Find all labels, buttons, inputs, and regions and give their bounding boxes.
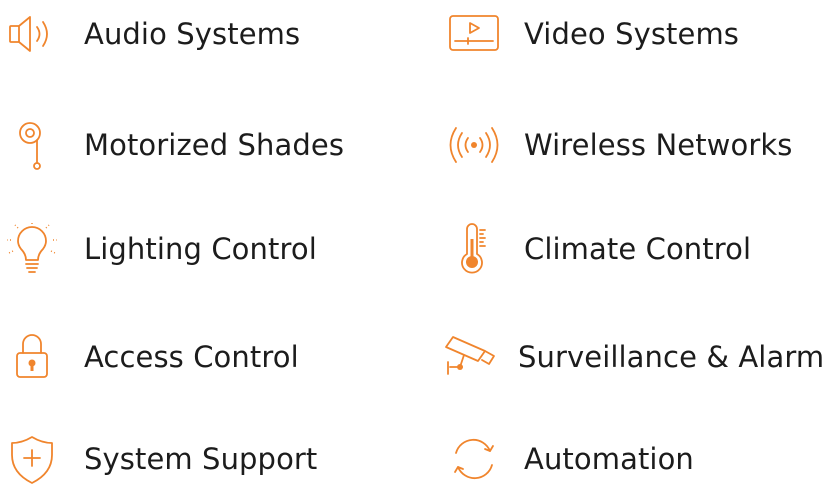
service-label: Audio Systems: [84, 17, 301, 51]
service-label: Video Systems: [524, 17, 740, 51]
service-video-systems[interactable]: Video Systems: [446, 4, 739, 64]
service-surveillance-alarm[interactable]: Surveillance & Alarm: [438, 327, 824, 387]
service-audio-systems[interactable]: Audio Systems: [6, 4, 300, 64]
service-label: Wireless Networks: [524, 128, 793, 162]
service-label: Automation: [524, 442, 694, 476]
services-grid: Audio Systems Video Systems Motorized Sh…: [0, 0, 834, 484]
shade-pulley-icon: [6, 117, 62, 173]
shield-plus-icon: [6, 431, 62, 487]
cycle-arrows-icon: [446, 431, 502, 487]
service-motorized-shades[interactable]: Motorized Shades: [6, 115, 344, 175]
service-access-control[interactable]: Access Control: [6, 327, 299, 387]
service-label: Motorized Shades: [84, 128, 345, 162]
service-label: Surveillance & Alarm: [518, 340, 825, 374]
service-label: Climate Control: [524, 232, 752, 266]
security-camera-icon: [438, 329, 495, 385]
wireless-signal-icon: [446, 117, 502, 173]
service-system-support[interactable]: System Support: [6, 429, 317, 489]
video-player-icon: [446, 6, 502, 62]
service-label: Access Control: [84, 340, 299, 374]
service-climate-control[interactable]: Climate Control: [446, 219, 751, 279]
speaker-icon: [6, 6, 62, 62]
service-lighting-control[interactable]: Lighting Control: [6, 219, 317, 279]
light-bulb-icon: [6, 221, 62, 277]
service-automation[interactable]: Automation: [446, 429, 694, 489]
thermometer-icon: [446, 221, 502, 277]
service-label: System Support: [84, 442, 318, 476]
service-wireless-networks[interactable]: Wireless Networks: [446, 115, 792, 175]
padlock-icon: [6, 329, 62, 385]
service-label: Lighting Control: [84, 232, 317, 266]
